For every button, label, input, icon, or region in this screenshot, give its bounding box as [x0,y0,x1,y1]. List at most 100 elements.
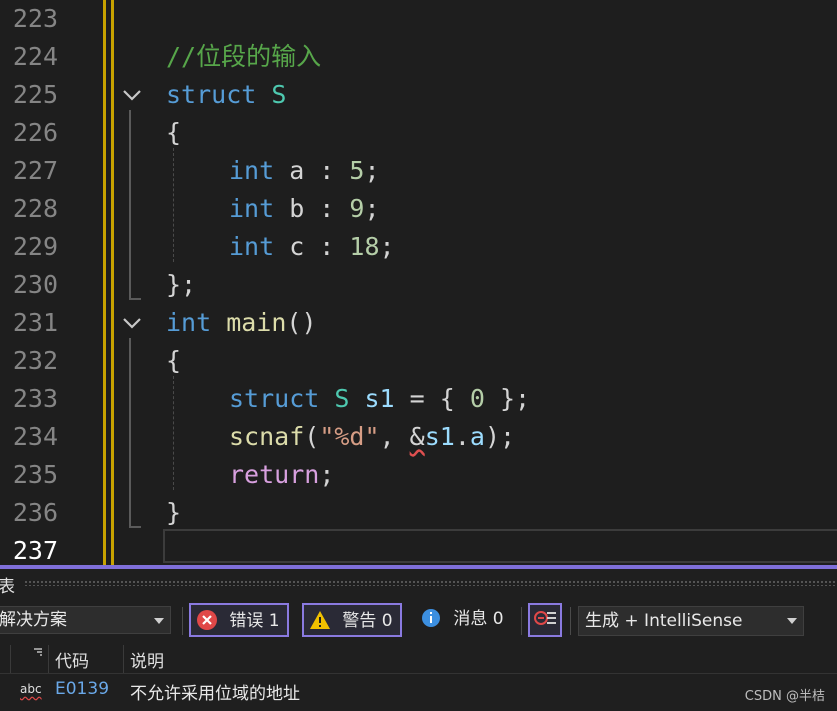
keyword: int [229,194,275,223]
code-line: } [166,494,181,532]
error-code-link[interactable]: E0139 [55,679,109,699]
code-text: b : [274,194,350,223]
keyword: struct [229,384,320,413]
fold-region [129,338,141,528]
error-squiggle[interactable]: & [410,422,425,451]
code-text: a : [274,156,350,185]
line-number: 230 [12,270,58,299]
line-number: 224 [12,42,58,71]
line-number: 232 [12,346,58,375]
code-text: = { [394,384,470,413]
code-line: struct S s1 = { 0 }; [229,380,530,418]
brace: }; [166,270,197,299]
keyword: struct [166,80,257,109]
line-number: 231 [12,308,58,337]
variable: s1 [424,422,455,451]
line-number: 227 [12,156,58,185]
code-line: scnaf("%d", &s1.a); [229,418,515,456]
code-line: return; [229,456,334,494]
code-editor[interactable]: 223 224 225 226 227 228 229 230 231 232 … [0,0,837,565]
change-margin [111,0,114,565]
code-line: int b : 9; [229,190,380,228]
drag-grip[interactable] [24,580,837,586]
fold-region [129,110,141,300]
column-separator [48,645,49,673]
type-name: S [319,384,350,413]
code-line: //位段的输入 [166,38,321,76]
comment: //位段的输入 [166,42,322,71]
messages-filter-button[interactable]: 消息 0 [416,603,516,637]
toolbar-separator [521,607,522,635]
errors-count-label: 错误 1 [229,611,280,631]
code-line: int a : 5; [229,152,380,190]
code-line: { [166,114,181,152]
code-text: ( [304,422,320,451]
fold-chevron-icon[interactable] [121,84,143,106]
build-source-value: 生成 + IntelliSense [585,611,743,631]
line-number: 236 [12,498,58,527]
filter-toggle-button[interactable] [528,603,562,637]
line-number: 235 [12,460,58,489]
function-name: main [211,308,287,337]
scope-dropdown[interactable]: 解决方案 [0,606,171,634]
code-text: ; [319,460,335,489]
sort-icon[interactable] [32,647,44,659]
line-number: 234 [12,422,58,451]
panel-title-bar[interactable]: 表 [0,569,837,597]
keyword: int [229,156,275,185]
error-icon [197,609,217,630]
line-number: 229 [12,232,58,261]
toolbar-separator [182,607,183,635]
messages-count-label: 消息 0 [453,609,504,629]
warnings-filter-button[interactable]: 警告 0 [302,603,402,637]
code-line: int c : 18; [229,228,395,266]
error-list-header: 代码 说明 [0,643,837,674]
string: "%d" [319,422,380,451]
code-text: () [286,308,317,337]
line-number: 233 [12,384,58,413]
toolbar-separator [570,607,571,635]
code-text: ; [379,232,395,261]
current-line-highlight[interactable] [163,529,837,563]
line-number: 225 [12,80,58,109]
keyword: return [229,460,320,489]
brace: { [166,118,182,147]
number: 9 [349,194,365,223]
build-source-dropdown[interactable]: 生成 + IntelliSense [578,606,804,636]
function-name: scnaf [229,422,305,451]
filter-list-icon [534,610,556,625]
type-name: S [271,80,287,109]
code-text: ; [364,156,380,185]
error-list-toolbar: 解决方案 错误 1 警告 0 消息 0 生成 + IntelliSense [0,603,837,639]
variable: s1 [349,384,395,413]
table-row[interactable]: abc E0139 不允许采用位域的地址 [0,675,837,709]
panel-title: 表 [0,577,15,597]
errors-filter-button[interactable]: 错误 1 [189,603,289,637]
change-margin [103,0,106,565]
code-text: c : [274,232,350,261]
watermark: CSDN @半桔 [744,689,825,704]
column-header-description[interactable]: 说明 [130,647,164,672]
brace: { [166,346,182,375]
member: a [469,422,485,451]
scope-value: 解决方案 [0,610,67,630]
column-header-code[interactable]: 代码 [55,647,89,672]
code-line: { [166,342,181,380]
keyword: int [229,232,275,261]
fold-chevron-icon[interactable] [121,312,143,334]
code-line: }; [166,266,196,304]
chevron-down-icon [154,618,164,624]
number: 18 [349,232,380,261]
code-line: struct S [166,76,286,114]
number: 5 [349,156,365,185]
code-text: , [379,422,410,451]
current-line-number: 237 [12,536,58,565]
brace: } [166,498,182,527]
indent-guide [173,148,174,262]
column-separator [123,645,124,673]
code-line: int main() [166,304,317,342]
indent-guide [173,376,174,490]
warnings-count-label: 警告 0 [342,611,393,631]
info-icon [422,608,440,627]
number: 0 [469,384,485,413]
